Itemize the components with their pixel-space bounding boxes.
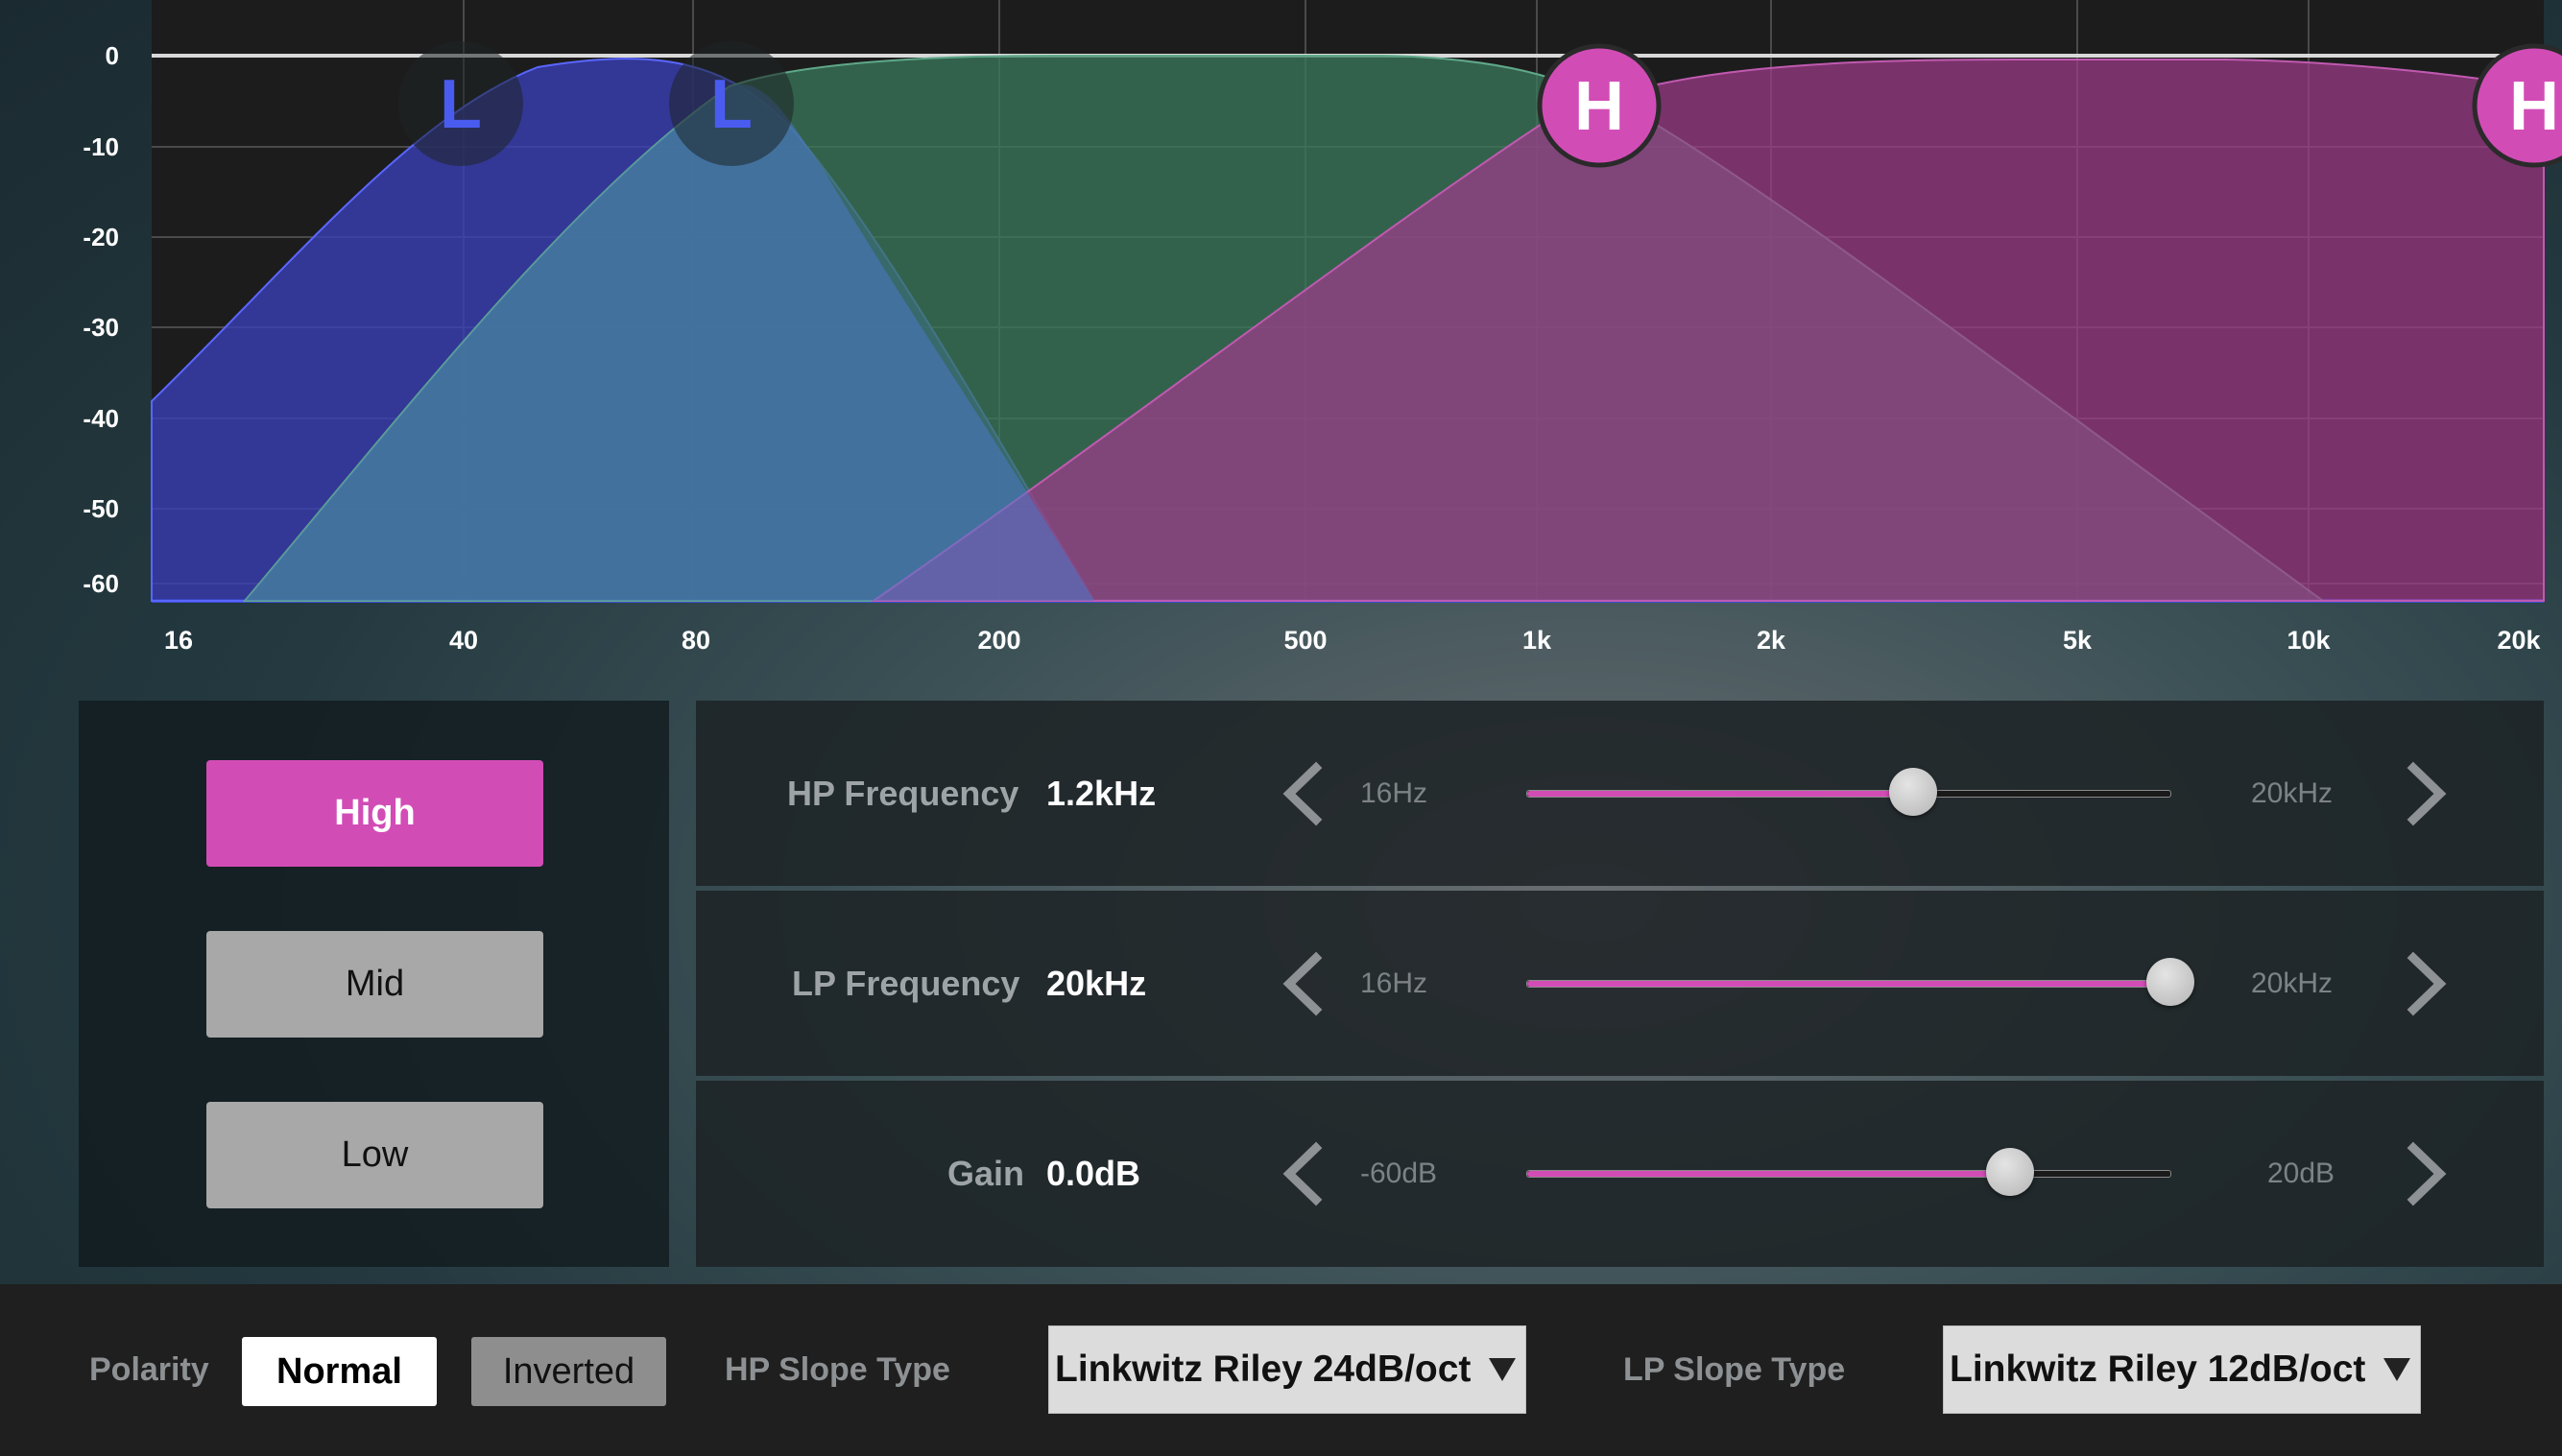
hp-frequency-label: HP Frequency xyxy=(787,773,1019,813)
marker-label: L xyxy=(440,66,482,143)
hp-min-label: 16Hz xyxy=(1360,776,1428,809)
bottom-toolbar: Polarity Normal Inverted HP Slope Type L… xyxy=(0,1284,2562,1456)
gain-increase-chevron-right-icon[interactable] xyxy=(2390,1140,2457,1207)
dropdown-arrow-icon xyxy=(1489,1358,1516,1381)
x-axis-tick-label: 5k xyxy=(2063,626,2093,655)
band-mid-button[interactable]: Mid xyxy=(206,931,543,1038)
gain-max-label: 20dB xyxy=(2267,1158,2335,1189)
lp-max-label: 20kHz xyxy=(2251,967,2334,999)
hp-slope-type-value: Linkwitz Riley 24dB/oct xyxy=(1055,1349,1472,1390)
lp-increase-chevron-right-icon[interactable] xyxy=(2390,950,2457,1017)
y-axis-tick-label: -10 xyxy=(83,132,119,161)
x-axis-tick-label: 10k xyxy=(2287,626,2331,655)
band-low-button[interactable]: Low xyxy=(206,1102,543,1208)
x-axis-tick-label: 16 xyxy=(164,626,193,655)
marker-label: H xyxy=(2509,68,2559,145)
y-axis-tick-label: -60 xyxy=(83,569,119,598)
x-axis-tick-label: 1k xyxy=(1522,626,1552,655)
lp-frequency-label: LP Frequency xyxy=(792,963,1020,1003)
gain-row: Gain 0.0dB -60dB 20dB xyxy=(696,1081,2544,1267)
gain-slider-thumb[interactable] xyxy=(1985,1148,2034,1196)
hp-increase-chevron-right-icon[interactable] xyxy=(2390,760,2457,827)
y-axis-tick-label: -50 xyxy=(83,494,119,523)
band-selector-panel: High Mid Low xyxy=(79,701,669,1267)
x-axis-tick-label: 2k xyxy=(1757,626,1786,655)
marker-label: H xyxy=(1574,68,1624,145)
lp-slope-type-value: Linkwitz Riley 12dB/oct xyxy=(1950,1349,2366,1390)
x-axis-tick-label: 500 xyxy=(1283,626,1327,655)
polarity-normal-button[interactable]: Normal xyxy=(242,1337,437,1406)
lp-slope-type-dropdown[interactable]: Linkwitz Riley 12dB/oct xyxy=(1943,1325,2421,1414)
crossover-marker-mid-lowpass[interactable]: L xyxy=(669,41,794,166)
gain-slider-fill xyxy=(1527,1171,2010,1177)
y-axis-tick-label: 0 xyxy=(106,41,119,70)
gain-min-label: -60dB xyxy=(1360,1158,1438,1189)
lp-min-label: 16Hz xyxy=(1360,967,1428,999)
polarity-label: Polarity xyxy=(89,1351,209,1388)
hp-slider-thumb[interactable] xyxy=(1889,768,1937,816)
marker-label: L xyxy=(710,66,753,143)
polarity-inverted-button[interactable]: Inverted xyxy=(471,1337,666,1406)
gain-slider[interactable] xyxy=(1526,1148,2171,1196)
crossover-marker-mid-highpass[interactable]: H xyxy=(1537,43,1662,168)
lp-slope-type-label: LP Slope Type xyxy=(1623,1351,1846,1388)
gain-label: Gain xyxy=(947,1154,1025,1193)
dropdown-arrow-icon xyxy=(2383,1358,2410,1381)
crossover-graph-svg: 0 -10 -20 -30 -40 -50 -60 16 40 80 200 500 1k 2k 5k 10k… xyxy=(83,0,2562,655)
hp-frequency-slider[interactable] xyxy=(1526,768,2171,816)
gain-decrease-chevron-left-icon[interactable] xyxy=(1272,1140,1339,1207)
hp-slope-type-dropdown[interactable]: Linkwitz Riley 24dB/oct xyxy=(1048,1325,1526,1414)
hp-slider-fill xyxy=(1527,791,1913,797)
lp-frequency-row: LP Frequency 20kHz 16Hz 20kHz xyxy=(696,891,2544,1076)
x-axis-tick-label: 200 xyxy=(977,626,1020,655)
lp-slider-thumb[interactable] xyxy=(2146,958,2194,1006)
x-axis-tick-label: 20k xyxy=(2497,626,2541,655)
lp-frequency-slider[interactable] xyxy=(1526,958,2194,1006)
y-axis-tick-label: -20 xyxy=(83,223,119,251)
hp-frequency-value: 1.2kHz xyxy=(1046,773,1157,813)
y-axis-tick-label: -30 xyxy=(83,313,119,342)
lp-frequency-value: 20kHz xyxy=(1046,963,1147,1003)
y-axis-tick-label: -40 xyxy=(83,404,119,433)
hp-decrease-chevron-left-icon[interactable] xyxy=(1272,760,1339,827)
hp-max-label: 20kHz xyxy=(2251,776,2334,809)
band-high-button[interactable]: High xyxy=(206,760,543,867)
hp-slope-type-label: HP Slope Type xyxy=(725,1351,950,1388)
lp-slider-fill xyxy=(1527,981,2170,987)
frequency-response-graph[interactable]: 0 -10 -20 -30 -40 -50 -60 16 40 80 200 500 1k 2k 5k 10k… xyxy=(0,0,2562,672)
x-axis-tick-label: 40 xyxy=(449,626,478,655)
lp-decrease-chevron-left-icon[interactable] xyxy=(1272,950,1339,1017)
x-axis-tick-label: 80 xyxy=(682,626,710,655)
hp-frequency-row: HP Frequency 1.2kHz 16Hz 20kHz xyxy=(696,701,2544,886)
gain-value: 0.0dB xyxy=(1046,1154,1141,1193)
crossover-marker-low-lowpass[interactable]: L xyxy=(398,41,523,166)
